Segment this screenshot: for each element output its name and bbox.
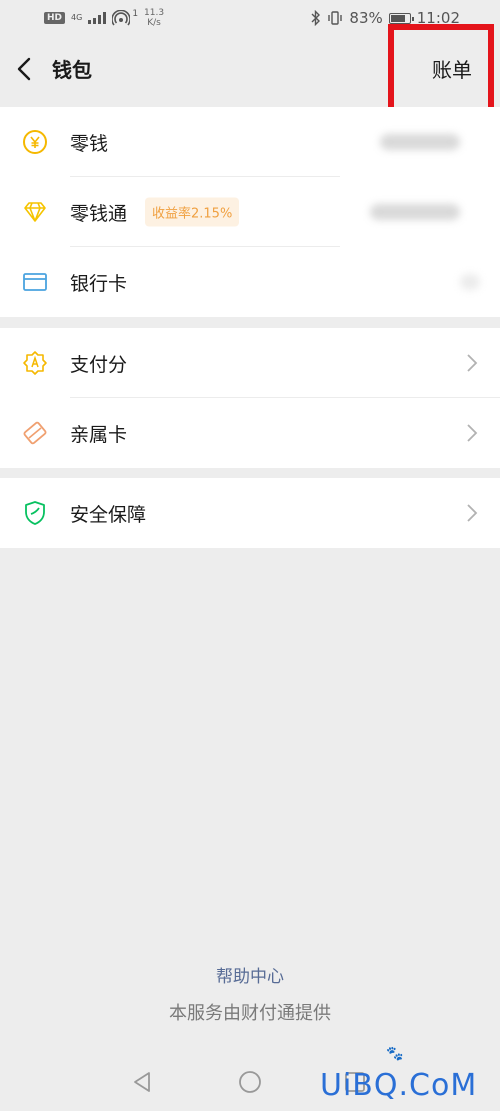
battery-percent: 83%	[349, 9, 383, 27]
blurred-balance	[380, 134, 460, 150]
nav-home-icon[interactable]	[238, 1070, 262, 1094]
battery-fill	[390, 14, 405, 22]
page-title: 钱包	[52, 58, 92, 82]
wallet-item-bank-card[interactable]: 银行卡	[0, 247, 500, 317]
wallet-item-label: 零钱	[70, 132, 109, 155]
wallet-group: 零钱 零钱通 收益率2.15% 银行卡	[0, 107, 500, 317]
hotspot-count: 1	[132, 9, 139, 19]
network-type: 4G	[71, 13, 83, 22]
help-center-link[interactable]: 帮助中心	[0, 962, 500, 987]
yield-badge: 收益率2.15%	[145, 197, 240, 227]
vibrate-icon	[328, 11, 343, 25]
security-group: 安全保障	[0, 478, 500, 548]
hotspot-icon	[112, 10, 131, 26]
back-arrow-icon[interactable]	[14, 56, 36, 82]
diamond-icon	[24, 202, 46, 222]
bank-card-icon	[23, 273, 47, 291]
service-item-label: 支付分	[70, 353, 128, 376]
bluetooth-icon	[311, 10, 321, 26]
wallet-item-change-plus[interactable]: 零钱通 收益率2.15%	[0, 177, 500, 247]
service-group: 支付分 亲属卡	[0, 328, 500, 468]
paw-icon: 🐾	[386, 1046, 404, 1062]
chevron-right-icon	[467, 354, 478, 372]
wallet-item-change[interactable]: 零钱	[0, 107, 500, 177]
service-item-family-card[interactable]: 亲属卡	[0, 398, 500, 468]
family-card-icon	[23, 421, 47, 445]
wallet-item-label: 银行卡	[70, 272, 128, 295]
nav-back-icon[interactable]	[130, 1070, 154, 1094]
highlight-annotation-box	[388, 24, 494, 118]
chevron-right-icon	[467, 424, 478, 442]
wallet-item-label: 零钱通	[70, 202, 128, 225]
battery-icon	[388, 12, 414, 24]
signal-icon	[88, 12, 107, 24]
pay-score-icon	[23, 351, 47, 375]
watermark: UiBQ.CoM	[320, 1068, 478, 1103]
security-item-label: 安全保障	[70, 503, 147, 526]
service-item-label: 亲属卡	[70, 423, 128, 446]
provider-text: 本服务由财付通提供	[169, 1003, 331, 1024]
blurred-balance	[370, 204, 460, 220]
service-item-pay-score[interactable]: 支付分	[0, 328, 500, 398]
security-item[interactable]: 安全保障	[0, 478, 500, 548]
network-speed: 11.3 K/s	[144, 8, 165, 28]
blurred-value	[460, 274, 480, 290]
hd-badge: HD	[44, 12, 66, 24]
yuan-coin-icon	[23, 130, 47, 154]
shield-icon	[25, 501, 45, 525]
chevron-right-icon	[467, 504, 478, 522]
